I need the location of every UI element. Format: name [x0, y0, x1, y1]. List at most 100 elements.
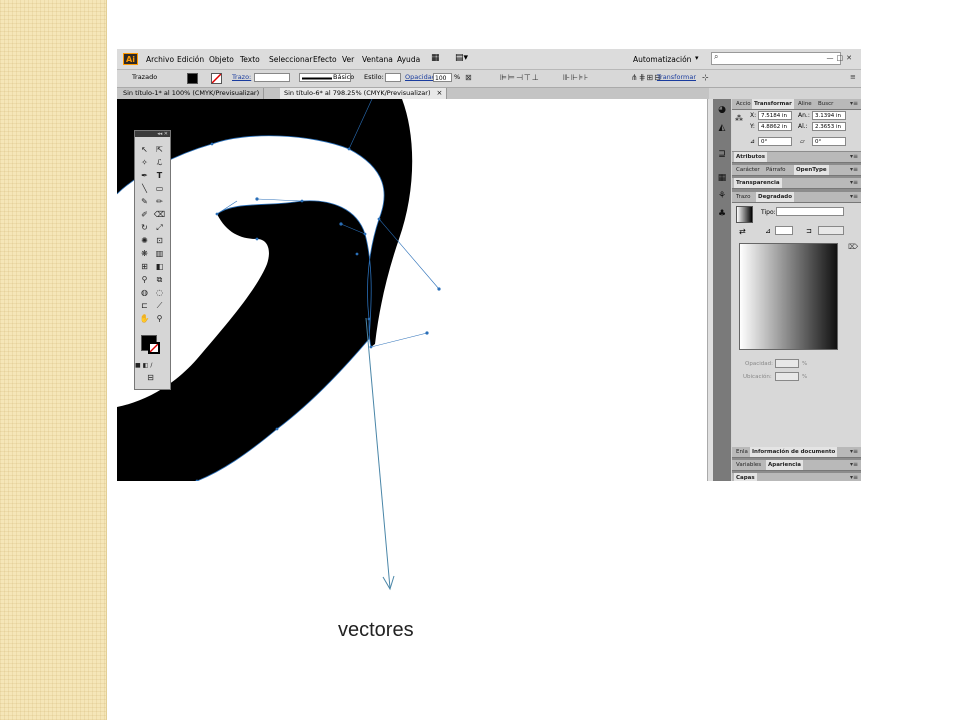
- tab-paragraph[interactable]: Párrafo: [764, 165, 788, 175]
- live-paint-selection-tool-icon[interactable]: ◌: [153, 288, 166, 298]
- opacity-input[interactable]: 100: [433, 73, 452, 82]
- rectangle-tool-icon[interactable]: ▭: [153, 184, 166, 194]
- tab-transparency[interactable]: Transparencia: [734, 178, 782, 188]
- tab-document-1[interactable]: Sin título-1* al 100% (CMYK/Previsualiza…: [119, 88, 265, 99]
- toolbox-header[interactable]: ◂◂ ✕: [135, 131, 170, 137]
- height-input[interactable]: 2.3653 in: [812, 122, 846, 131]
- line-tool-icon[interactable]: ╲: [138, 184, 151, 194]
- panel-menu-icon[interactable]: ≡: [850, 73, 856, 81]
- artboard-tool-icon[interactable]: ⊏: [138, 301, 151, 311]
- gradient-thumbnail[interactable]: [736, 206, 753, 223]
- tab-opentype[interactable]: OpenType: [794, 165, 829, 175]
- recolor-icon[interactable]: ⊠: [465, 73, 472, 82]
- isolate-icon[interactable]: ⊹: [702, 73, 709, 82]
- tab-document-info[interactable]: Información de documento: [750, 447, 838, 457]
- panel-menu-icon[interactable]: ▾≡: [850, 100, 858, 107]
- vector-artwork[interactable]: [117, 99, 707, 481]
- x-input[interactable]: 7.5184 in: [758, 111, 792, 120]
- lasso-tool-icon[interactable]: ℒ: [153, 158, 166, 168]
- graphic-styles-icon[interactable]: ♣: [716, 209, 728, 219]
- distribute-icons[interactable]: ⊪⊩⊧⊦: [563, 73, 589, 82]
- arrange-documents-icon[interactable]: ▤▾: [455, 53, 468, 63]
- fill-color-swatch[interactable]: [187, 73, 198, 84]
- eyedropper-tool-icon[interactable]: ⚲: [138, 275, 151, 285]
- menu-edicion[interactable]: Edición: [177, 55, 204, 64]
- gradient-type-select[interactable]: [776, 207, 844, 216]
- type-tool-icon[interactable]: T: [153, 171, 166, 181]
- gradient-preview[interactable]: [739, 243, 838, 350]
- shear-input[interactable]: 0°: [812, 137, 846, 146]
- menu-objeto[interactable]: Objeto: [209, 55, 234, 64]
- tab-character[interactable]: Carácter: [734, 165, 762, 175]
- tab-document-6[interactable]: Sin título-6* al 798.25% (CMYK/Previsual…: [280, 88, 448, 99]
- paintbrush-tool-icon[interactable]: ✎: [138, 197, 151, 207]
- color-guide-icon[interactable]: ◭: [716, 123, 728, 133]
- panel-menu-icon[interactable]: ▾≡: [850, 166, 858, 173]
- warp-tool-icon[interactable]: ✺: [138, 236, 151, 246]
- reverse-gradient-icon[interactable]: ⇄: [739, 227, 746, 236]
- panel-menu-icon[interactable]: ▾≡: [850, 179, 858, 186]
- color-panel-icon[interactable]: ◕: [716, 105, 728, 115]
- tab-transform[interactable]: Transformar: [752, 99, 794, 109]
- tab-pathfinder[interactable]: Buscr: [816, 99, 835, 109]
- opacity-input[interactable]: [775, 359, 799, 368]
- workspace-switcher[interactable]: Automatización: [633, 55, 691, 64]
- menu-seleccionar[interactable]: Seleccionar: [269, 55, 312, 64]
- delete-stop-icon[interactable]: ⌦: [848, 243, 858, 251]
- brushes-panel-icon[interactable]: ▦: [716, 173, 728, 183]
- width-input[interactable]: 3.1394 in: [812, 111, 846, 120]
- zoom-tool-icon[interactable]: ⚲: [153, 314, 166, 324]
- panel-menu-icon[interactable]: ▾≡: [850, 193, 858, 200]
- aspect-ratio-input[interactable]: [818, 226, 844, 235]
- rotate-tool-icon[interactable]: ↻: [138, 223, 151, 233]
- pen-tool-icon[interactable]: ✒: [138, 171, 151, 181]
- tab-links[interactable]: Enla: [734, 447, 750, 457]
- menu-archivo[interactable]: Archivo: [146, 55, 174, 64]
- align-icons[interactable]: ⊫⊨⊣⊤⊥: [500, 73, 540, 82]
- y-input[interactable]: 4.8862 in: [758, 122, 792, 131]
- panel-menu-icon[interactable]: ▾≡: [850, 461, 858, 468]
- panel-menu-icon[interactable]: ▾≡: [850, 153, 858, 160]
- scale-tool-icon[interactable]: ⤢: [153, 223, 166, 233]
- blob-brush-tool-icon[interactable]: ✐: [138, 210, 151, 220]
- swatches-panel-icon[interactable]: ⊒: [716, 149, 728, 159]
- tab-layers[interactable]: Capas: [734, 473, 757, 481]
- selection-tool-icon[interactable]: ↖: [138, 145, 151, 155]
- symbols-panel-icon[interactable]: ⚘: [716, 191, 728, 201]
- blend-tool-icon[interactable]: ⧉: [153, 275, 166, 285]
- rotate-input[interactable]: 0°: [758, 137, 792, 146]
- direct-selection-tool-icon[interactable]: ⇱: [153, 145, 166, 155]
- chevron-down-icon[interactable]: ▾: [695, 54, 699, 62]
- angle-input[interactable]: [775, 226, 793, 235]
- tab-actions[interactable]: Accio: [734, 99, 753, 109]
- transform-link[interactable]: Transformar: [657, 73, 696, 81]
- live-paint-tool-icon[interactable]: ◍: [138, 288, 151, 298]
- style-select[interactable]: [385, 73, 401, 82]
- tab-variables[interactable]: Variables: [734, 460, 763, 470]
- menu-efecto[interactable]: Efecto: [313, 55, 337, 64]
- menu-ventana[interactable]: Ventana: [362, 55, 393, 64]
- hand-tool-icon[interactable]: ✋: [138, 314, 151, 324]
- column-graph-tool-icon[interactable]: ▥: [153, 249, 166, 259]
- free-transform-tool-icon[interactable]: ⊡: [153, 236, 166, 246]
- stroke-swatch[interactable]: [148, 342, 160, 354]
- reference-point-icon[interactable]: ⁂: [735, 114, 743, 123]
- tab-gradient[interactable]: Degradado: [756, 192, 795, 202]
- close-icon[interactable]: ×: [436, 89, 442, 97]
- menu-texto[interactable]: Texto: [240, 55, 260, 64]
- artboard-canvas[interactable]: [117, 99, 707, 481]
- tab-align[interactable]: Aline: [796, 99, 814, 109]
- mesh-tool-icon[interactable]: ⊞: [138, 262, 151, 272]
- stroke-color-swatch[interactable]: [211, 73, 222, 84]
- drawing-mode-icon[interactable]: ⊟: [144, 373, 157, 383]
- panel-menu-icon[interactable]: ▾≡: [850, 474, 858, 481]
- tab-stroke[interactable]: Trazo: [734, 192, 752, 202]
- tab-attributes[interactable]: Atributos: [734, 152, 768, 162]
- eraser-tool-icon[interactable]: ⌫: [153, 210, 166, 220]
- window-controls[interactable]: —□✕: [827, 54, 855, 62]
- stroke-label[interactable]: Trazo:: [232, 73, 251, 81]
- slice-tool-icon[interactable]: ⟋: [153, 301, 166, 311]
- magic-wand-tool-icon[interactable]: ✧: [138, 158, 151, 168]
- search-input[interactable]: ⌕: [711, 52, 841, 65]
- tab-appearance[interactable]: Apariencia: [766, 460, 804, 470]
